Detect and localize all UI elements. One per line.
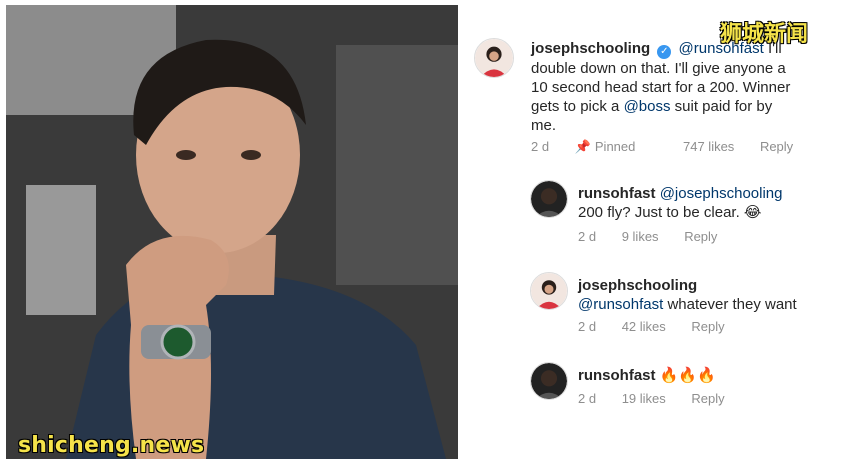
comment-item: runsohfast @josephschooling 200 fly? Jus… xyxy=(530,180,830,250)
pinned-text: Pinned xyxy=(594,139,636,154)
comment-likes[interactable]: 747 likes xyxy=(683,139,734,154)
avatar[interactable] xyxy=(530,180,568,218)
comment-username[interactable]: runsohfast xyxy=(578,185,656,202)
reply-button[interactable]: Reply xyxy=(760,139,793,154)
comment-body: 200 fly? Just to be clear. 😂 xyxy=(578,204,762,221)
photo-panel: shicheng.news xyxy=(6,5,458,459)
reply-button[interactable]: Reply xyxy=(684,229,717,244)
comment-time: 2 d xyxy=(578,391,597,406)
comment-meta: 2 d 19 likes Reply xyxy=(578,391,747,406)
comment-username[interactable]: josephschooling xyxy=(531,40,650,57)
comment-likes[interactable]: 9 likes xyxy=(622,229,659,244)
comment-text: josephschooling ✓ @runsohfast I'll doubl… xyxy=(531,39,831,135)
comment-username[interactable]: josephschooling xyxy=(578,277,697,294)
avatar[interactable] xyxy=(530,272,568,310)
comment-body: suit paid for by xyxy=(670,98,773,115)
verified-badge-icon: ✓ xyxy=(657,45,672,59)
comment-time: 2 d xyxy=(578,229,597,244)
fire-emoji: 🔥🔥🔥 xyxy=(659,367,716,384)
comment-meta: 2 d 9 likes Reply xyxy=(578,229,739,244)
comment-body: I'll xyxy=(763,40,782,57)
comment-username[interactable]: runsohfast xyxy=(578,367,656,384)
comment-item: runsohfast 🔥🔥🔥 2 d 19 likes Reply xyxy=(530,362,830,422)
pin-icon: 📌 xyxy=(574,139,591,154)
pinned-label: 📌 Pinned xyxy=(575,139,658,154)
avatar[interactable] xyxy=(474,38,514,78)
portrait-photo xyxy=(6,5,458,459)
comment-body: gets to pick a xyxy=(531,98,624,115)
comment-meta: 2 d 42 likes Reply xyxy=(578,319,747,334)
comment-body: whatever they want xyxy=(663,296,797,313)
avatar[interactable] xyxy=(530,362,568,400)
site-watermark: shicheng.news xyxy=(18,433,205,458)
comment-time: 2 d xyxy=(578,319,597,334)
comment-mention[interactable]: @boss xyxy=(624,98,671,115)
comment-mention[interactable]: @josephschooling xyxy=(660,185,783,202)
comment-likes[interactable]: 42 likes xyxy=(622,319,666,334)
comment-mention[interactable]: @runsohfast xyxy=(679,40,764,57)
comment-body: 10 second head start for a 200. Winner xyxy=(531,79,791,96)
comment-item: josephschooling ✓ @runsohfast I'll doubl… xyxy=(474,38,839,158)
reply-button[interactable]: Reply xyxy=(691,391,724,406)
comment-text: runsohfast @josephschooling 200 fly? Jus… xyxy=(578,184,828,222)
comment-body: double down on that. I'll give anyone a xyxy=(531,60,786,77)
comment-text: runsohfast 🔥🔥🔥 xyxy=(578,366,828,385)
comment-time: 2 d xyxy=(531,139,550,154)
comment-likes[interactable]: 19 likes xyxy=(622,391,666,406)
comment-item: josephschooling @runsohfast whatever the… xyxy=(530,272,830,342)
comment-text: josephschooling @runsohfast whatever the… xyxy=(578,276,838,314)
comment-mention[interactable]: @runsohfast xyxy=(578,296,663,313)
comment-body: me. xyxy=(531,117,557,134)
comment-meta: 2 d 📌 Pinned 747 likes Reply xyxy=(531,139,815,155)
reply-button[interactable]: Reply xyxy=(691,319,724,334)
